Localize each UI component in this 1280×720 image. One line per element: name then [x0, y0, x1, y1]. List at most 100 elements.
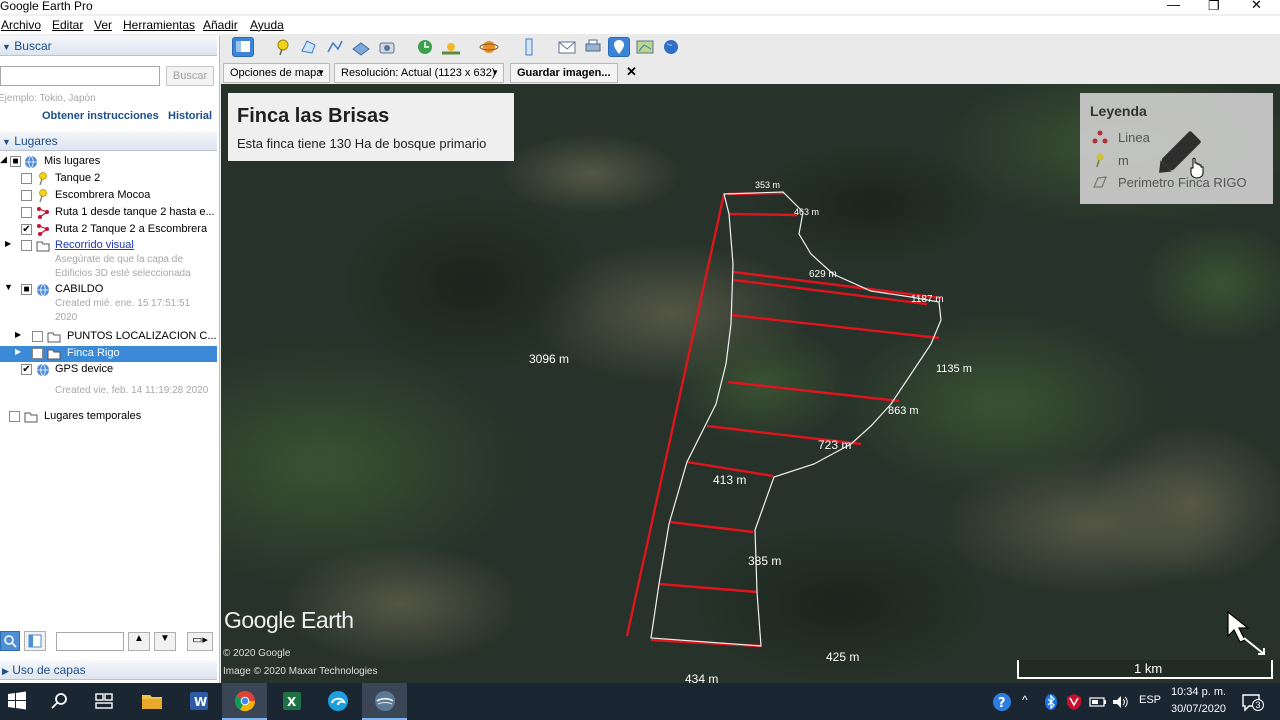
antivirus-shield-icon[interactable]	[1066, 693, 1082, 711]
menu-editar[interactable]: Editar	[52, 18, 83, 32]
ruler-button[interactable]	[518, 37, 540, 57]
expand-icon[interactable]: ▼	[4, 282, 13, 292]
tree-checkbox[interactable]: ■	[10, 156, 21, 167]
historical-imagery-button[interactable]	[414, 37, 436, 57]
navigation-arrow-icon[interactable]	[1224, 608, 1268, 658]
google-earth-taskbar-slot[interactable]	[362, 683, 407, 720]
save-image-button[interactable]	[608, 37, 630, 57]
help-icon[interactable]: ?	[992, 692, 1012, 712]
earth-button[interactable]	[660, 37, 682, 57]
expand-icon: ▶	[2, 666, 9, 676]
chevron-up-icon[interactable]: ^	[1022, 693, 1028, 707]
gps-created-note: Created vie. feb. 14 11:19:28 2020	[55, 385, 209, 396]
minimize-icon[interactable]: —	[1167, 0, 1180, 12]
tree-item-finca-rigo[interactable]: ▶ ■ Finca Rigo	[0, 346, 217, 362]
volume-icon[interactable]	[1111, 694, 1129, 710]
tree-item-recorrido-visual[interactable]: ▶ Recorrido visual	[0, 238, 217, 254]
clock-time[interactable]: 10:34 p. m.	[1171, 686, 1226, 698]
move-down-button[interactable]: ▼	[154, 632, 176, 651]
tree-item-mis-lugares[interactable]: ◢ ■ Mis lugares	[0, 154, 217, 170]
view-in-maps-button[interactable]	[634, 37, 656, 57]
search-panel-header[interactable]: ▼ Buscar	[0, 36, 217, 56]
notification-count: 3	[1252, 699, 1264, 711]
tree-label: Ruta 2 Tanque 2 a Escombrera	[55, 223, 208, 235]
email-button[interactable]	[556, 37, 578, 57]
polygon-icon	[1093, 176, 1107, 188]
tree-item-ruta-2[interactable]: ✔ Ruta 2 Tanque 2 a Escombrera	[0, 222, 217, 238]
expand-icon[interactable]: ◢	[0, 154, 7, 165]
edge-icon[interactable]	[326, 689, 350, 713]
print-button[interactable]	[582, 37, 604, 57]
restore-icon[interactable]: ❐	[1208, 0, 1220, 14]
bluetooth-icon[interactable]	[1044, 693, 1058, 711]
tree-checkbox[interactable]: ✔	[21, 364, 32, 375]
places-filter-input[interactable]	[56, 632, 124, 651]
chrome-taskbar-slot[interactable]	[222, 683, 267, 720]
search-icon[interactable]	[48, 689, 72, 713]
close-options-icon[interactable]: ✕	[626, 64, 637, 80]
tree-checkbox[interactable]: ■	[32, 348, 43, 359]
collapse-icon: ▼	[2, 42, 11, 52]
layers-panel-header[interactable]: ▶ Uso de capas	[0, 660, 217, 680]
add-polygon-button[interactable]	[298, 37, 320, 57]
history-link[interactable]: Historial	[168, 110, 212, 122]
menu-archivo[interactable]: Archivo	[1, 18, 41, 32]
save-image-label: Guardar imagen...	[517, 67, 611, 79]
close-icon[interactable]: ✕	[1251, 0, 1262, 13]
add-placemark-button[interactable]	[272, 37, 294, 57]
tree-checkbox[interactable]	[21, 207, 32, 218]
menu-herramientas[interactable]: Herramientas	[123, 18, 195, 32]
excel-icon[interactable]: X	[280, 689, 304, 713]
sidebar-toggle-button[interactable]	[232, 37, 254, 57]
tree-item-lugares-temporales[interactable]: Lugares temporales	[0, 409, 217, 425]
search-input[interactable]	[0, 66, 160, 86]
legend-item-m: m	[1118, 153, 1129, 168]
tree-checkbox[interactable]	[21, 173, 32, 184]
chrome-icon	[234, 691, 256, 712]
menu-ayuda[interactable]: Ayuda	[250, 18, 284, 32]
panel-toggle-button[interactable]	[24, 631, 46, 651]
task-view-icon[interactable]	[92, 689, 116, 713]
add-overlay-button[interactable]	[350, 37, 372, 57]
clock-date[interactable]: 30/07/2020	[1171, 703, 1226, 715]
battery-icon[interactable]	[1089, 695, 1107, 709]
move-up-button[interactable]: ▲	[128, 632, 150, 651]
get-directions-link[interactable]: Obtener instrucciones	[42, 110, 159, 122]
tree-checkbox[interactable]: ■	[21, 284, 32, 295]
word-icon[interactable]: W	[187, 689, 211, 713]
tree-item-tanque-2[interactable]: Tanque 2	[0, 171, 217, 187]
view-in-map-button[interactable]: ▭▸	[187, 632, 213, 651]
save-image-button-text[interactable]: Guardar imagen...	[510, 63, 618, 83]
input-language[interactable]: ESP	[1139, 694, 1161, 706]
menu-ver[interactable]: Ver	[94, 18, 112, 32]
sunlight-button[interactable]	[440, 37, 462, 57]
tree-checkbox[interactable]: ✔	[21, 224, 32, 235]
tree-item-gps-device[interactable]: ✔ GPS device	[0, 362, 217, 378]
tree-checkbox[interactable]	[21, 190, 32, 201]
tree-label: Recorrido visual	[55, 239, 134, 251]
add-path-button[interactable]	[324, 37, 346, 57]
tree-item-ruta-1[interactable]: Ruta 1 desde tanque 2 hasta e...	[0, 205, 217, 221]
map-viewport[interactable]: 353 m 463 m 629 m 1187 m 1135 m 863 m 72…	[221, 84, 1280, 683]
windows-start-icon[interactable]	[5, 689, 29, 713]
tree-item-cabildo[interactable]: ▼ ■ CABILDO	[0, 282, 217, 298]
expand-icon[interactable]: ▶	[15, 347, 21, 356]
menu-anadir[interactable]: Añadir	[203, 18, 238, 32]
tree-item-escombrera-mocoa[interactable]: Escombrera Mocoa	[0, 188, 217, 204]
file-explorer-icon[interactable]	[140, 689, 164, 713]
ruler-icon	[525, 38, 533, 56]
places-panel-header[interactable]: ▼ Lugares	[0, 131, 217, 151]
expand-icon[interactable]: ▶	[15, 330, 21, 339]
expand-icon[interactable]: ▶	[5, 239, 11, 248]
resolution-dropdown[interactable]: Resolución: Actual (1123 x 632) ▼	[334, 63, 504, 83]
tree-checkbox[interactable]	[9, 411, 20, 422]
search-button[interactable]: Buscar	[166, 66, 214, 86]
search-places-button[interactable]	[0, 631, 20, 651]
tree-checkbox[interactable]	[21, 240, 32, 251]
map-options-dropdown[interactable]: Opciones de mapa ▼	[223, 63, 330, 83]
tree-item-puntos-localizacion[interactable]: ▶ PUNTOS LOCALIZACION C...	[0, 329, 217, 345]
record-tour-button[interactable]	[376, 37, 398, 57]
tree-checkbox[interactable]	[32, 331, 43, 342]
chevron-down-icon: ▼	[317, 68, 325, 77]
planets-button[interactable]	[478, 37, 500, 57]
